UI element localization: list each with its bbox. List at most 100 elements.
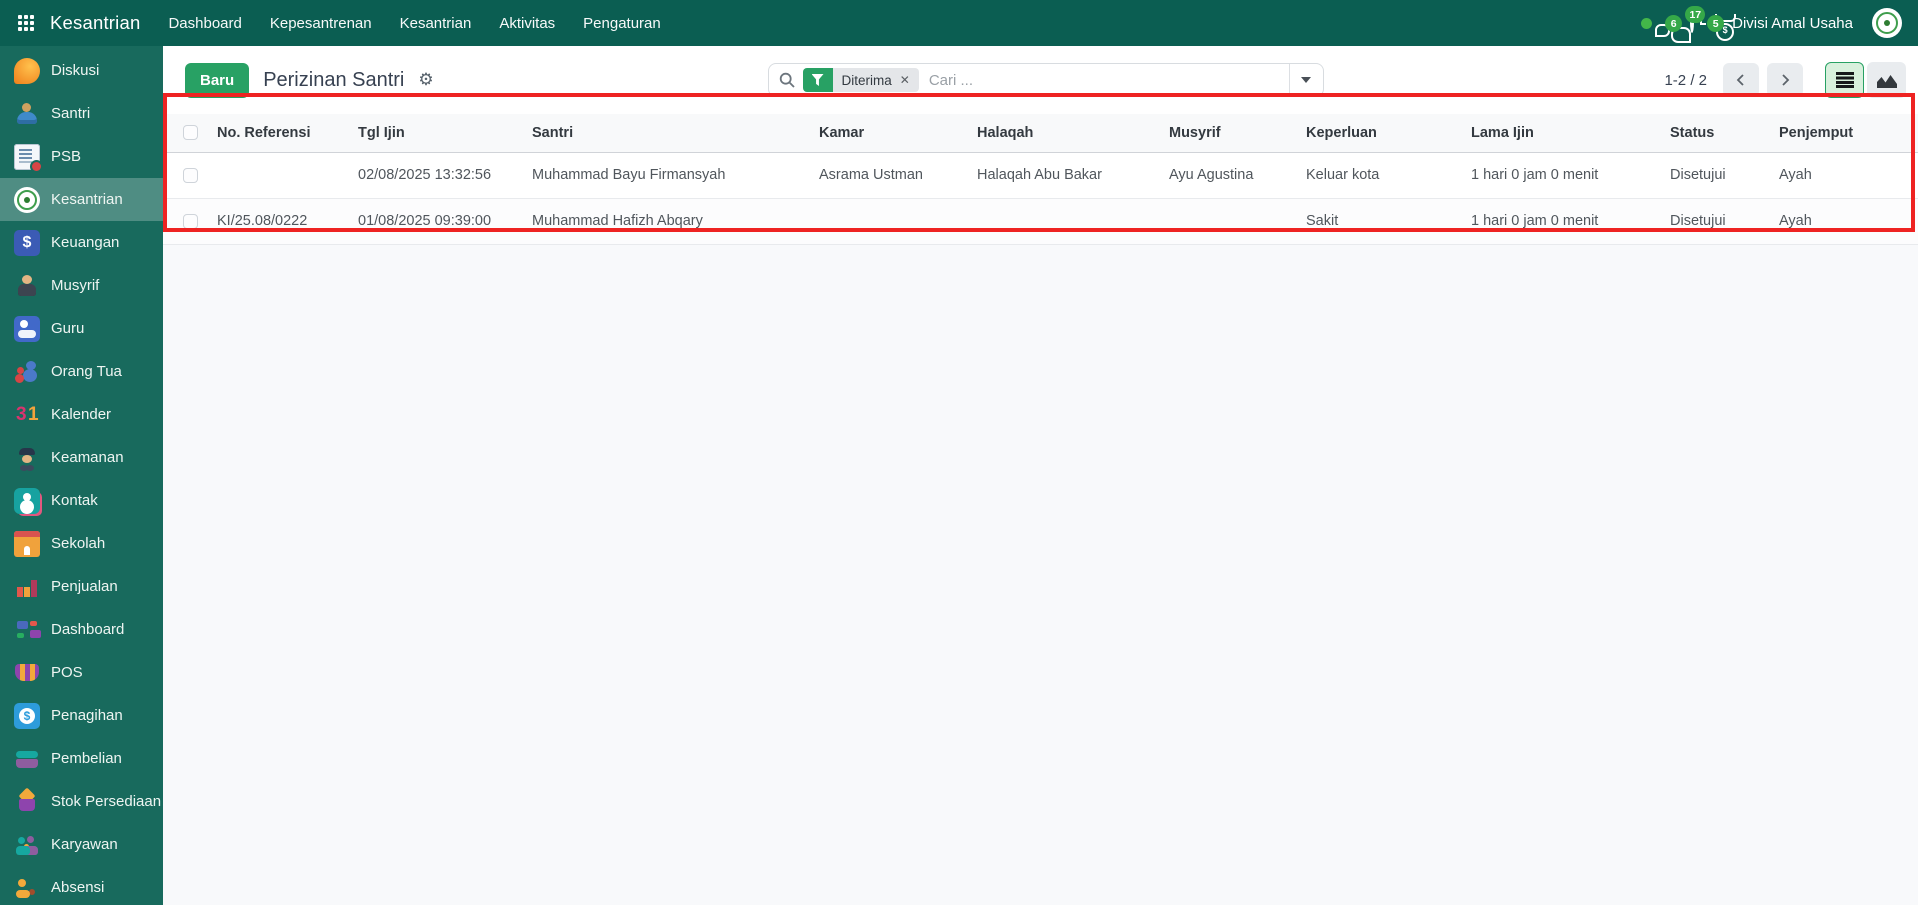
sidebar-item-guru[interactable]: Guru (0, 307, 163, 350)
sidebar-item-orang-tua[interactable]: Orang Tua (0, 350, 163, 393)
search-dropdown-toggle[interactable] (1288, 64, 1323, 96)
avatar[interactable] (1872, 8, 1902, 38)
table-row[interactable]: KI/25.08/0222 01/08/2025 09:39:00 Muhammad… (163, 198, 1918, 245)
column-header-halaqah[interactable]: Halaqah (977, 114, 1169, 153)
cell-halaqah[interactable]: Halaqah Abu Bakar (977, 152, 1169, 199)
sidebar-item-kalender[interactable]: Kalender (0, 393, 163, 436)
search-input[interactable] (918, 71, 1289, 89)
menu-aktivitas[interactable]: Aktivitas (499, 15, 555, 32)
row-checkbox-cell (163, 152, 217, 199)
company-name[interactable]: Divisi Amal Usaha (1732, 15, 1853, 32)
column-header-santri[interactable]: Santri (532, 114, 819, 153)
menu-pengaturan[interactable]: Pengaturan (583, 15, 661, 32)
sidebar-item-kesantrian[interactable]: Kesantrian (0, 178, 163, 221)
santri-app-icon (14, 101, 40, 127)
cell-keperluan[interactable]: Keluar kota (1306, 152, 1471, 199)
sidebar-item-label: Penagihan (51, 707, 123, 724)
sidebar-item-sekolah[interactable]: Sekolah (0, 522, 163, 565)
cell-musyrif[interactable] (1169, 198, 1306, 245)
presence-dot-icon (1641, 17, 1653, 29)
graph-view-button[interactable] (1867, 62, 1906, 98)
cell-status[interactable]: Disetujui (1670, 152, 1779, 199)
deposit-badge: 5 (1707, 15, 1725, 32)
karyawan-app-icon (14, 832, 40, 858)
column-header-lama-ijin[interactable]: Lama Ijin (1471, 114, 1670, 153)
column-header-no-referensi[interactable]: No. Referensi (217, 114, 358, 153)
table-row[interactable]: 02/08/2025 13:32:56 Muhammad Bayu Firmans… (163, 152, 1918, 199)
apps-grid-icon[interactable] (16, 13, 36, 33)
menu-dashboard[interactable]: Dashboard (168, 15, 241, 32)
sidebar-item-label: Keuangan (51, 234, 120, 251)
kesantrian-app-icon (14, 186, 40, 213)
gear-icon[interactable]: ⚙ (418, 71, 433, 89)
psb-app-icon (14, 143, 41, 171)
cell-halaqah[interactable] (977, 198, 1169, 245)
sidebar-item-dashboard[interactable]: Dashboard (0, 608, 163, 651)
cell-kamar[interactable] (819, 198, 977, 245)
sidebar-item-penjualan[interactable]: Penjualan (0, 565, 163, 608)
list-view-button[interactable] (1825, 62, 1864, 98)
cell-santri[interactable]: Muhammad Hafizh Abqary (532, 198, 819, 245)
column-header-penjemput[interactable]: Penjemput (1779, 114, 1918, 153)
sidebar-item-musyrif[interactable]: Musyrif (0, 264, 163, 307)
facet-remove-icon[interactable]: ✕ (900, 73, 910, 87)
column-header-kamar[interactable]: Kamar (819, 114, 977, 153)
penagihan-app-icon (14, 702, 40, 729)
app-brand[interactable]: Kesantrian (50, 12, 140, 34)
row-checkbox[interactable] (183, 167, 198, 183)
pager-previous-button[interactable] (1723, 63, 1759, 97)
sidebar-item-label: Santri (51, 105, 91, 122)
breadcrumb: Baru Perizinan Santri ⚙ (185, 62, 768, 98)
search-icon (779, 72, 795, 88)
stok-persediaan-app-icon (14, 789, 40, 815)
pager-next-button[interactable] (1767, 63, 1803, 97)
new-record-button[interactable]: Baru (185, 62, 250, 98)
cell-kamar[interactable]: Asrama Ustman (819, 152, 977, 199)
sidebar-item-keuangan[interactable]: Keuangan (0, 221, 163, 264)
cell-lama-ijin[interactable]: 1 hari 0 jam 0 menit (1471, 152, 1670, 199)
sidebar-item-pembelian[interactable]: Pembelian (0, 737, 163, 780)
sidebar-item-label: PSB (51, 148, 82, 165)
sidebar-item-kontak[interactable]: Kontak (0, 479, 163, 522)
cell-santri[interactable]: Muhammad Bayu Firmansyah (532, 152, 819, 199)
select-all-checkbox[interactable] (183, 125, 198, 141)
guru-app-icon (14, 315, 40, 342)
cell-no-referensi[interactable]: KI/25.08/0222 (217, 198, 358, 245)
sidebar-item-psb[interactable]: PSB (0, 135, 163, 178)
column-header-musyrif[interactable]: Musyrif (1169, 114, 1306, 153)
sidebar-item-label: Pembelian (51, 750, 122, 767)
sidebar: Diskusi Santri PSB Kesantrian Keuangan Musyri… (0, 46, 163, 905)
keuangan-app-icon (14, 229, 40, 256)
cell-musyrif[interactable]: Ayu Agustina (1169, 152, 1306, 199)
view-switcher (1825, 62, 1906, 98)
cell-lama-ijin[interactable]: 1 hari 0 jam 0 menit (1471, 198, 1670, 245)
cell-tgl-ijin[interactable]: 02/08/2025 13:32:56 (358, 152, 532, 199)
facet-label: Diterima (841, 72, 892, 88)
cell-status[interactable]: Disetujui (1670, 198, 1779, 245)
sidebar-item-pos[interactable]: POS (0, 651, 163, 694)
menu-kepesantrenan[interactable]: Kepesantrenan (270, 15, 372, 32)
row-checkbox[interactable] (183, 213, 198, 229)
cell-keperluan[interactable]: Sakit (1306, 198, 1471, 245)
records-table: No. Referensi Tgl Ijin Santri Kamar Halaqah M… (163, 114, 1918, 245)
cell-penjemput[interactable]: Ayah (1779, 152, 1918, 199)
cell-tgl-ijin[interactable]: 01/08/2025 09:39:00 (358, 198, 532, 245)
cell-penjemput[interactable]: Ayah (1779, 198, 1918, 245)
control-panel: Baru Perizinan Santri ⚙ Diterima ✕ Cari … (163, 46, 1918, 114)
activities-button[interactable]: 17 (1685, 6, 1706, 33)
sidebar-item-santri[interactable]: Santri (0, 92, 163, 135)
menu-kesantrian[interactable]: Kesantrian (400, 15, 472, 32)
column-header-tgl-ijin[interactable]: Tgl Ijin (358, 114, 532, 153)
sidebar-item-stok-persediaan[interactable]: Stok Persediaan (0, 780, 163, 823)
graph-icon (1876, 74, 1897, 88)
sidebar-item-diskusi[interactable]: Diskusi (0, 49, 163, 92)
pager-range: 1-2 / 2 (1664, 71, 1707, 89)
column-header-keperluan[interactable]: Keperluan (1306, 114, 1471, 153)
column-header-status[interactable]: Status (1670, 114, 1779, 153)
sidebar-item-keamanan[interactable]: Keamanan (0, 436, 163, 479)
sidebar-item-penagihan[interactable]: Penagihan (0, 694, 163, 737)
cell-no-referensi[interactable] (217, 152, 358, 199)
sidebar-item-label: Orang Tua (51, 363, 122, 380)
sidebar-item-absensi[interactable]: Absensi (0, 866, 163, 905)
sidebar-item-karyawan[interactable]: Karyawan (0, 823, 163, 866)
